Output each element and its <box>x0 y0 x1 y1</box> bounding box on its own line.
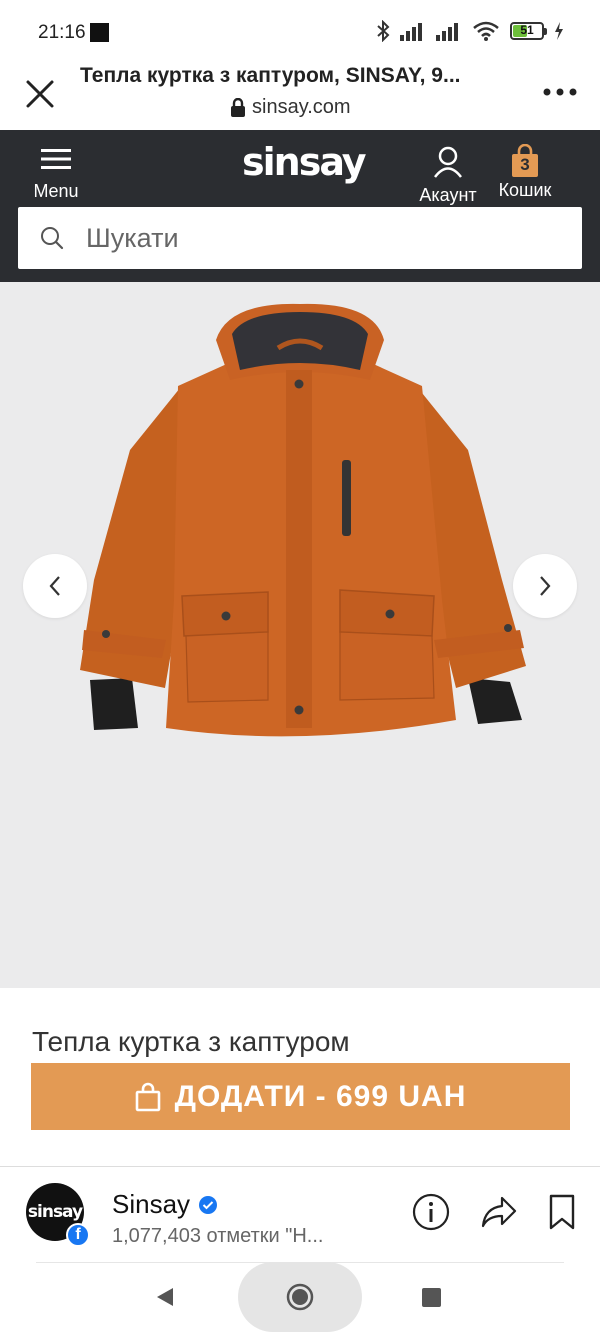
page-name-text: Sinsay <box>112 1189 191 1219</box>
page-title: Тепла куртка з каптуром, SINSAY, 9... <box>80 64 461 87</box>
cart-count: 3 <box>520 155 530 174</box>
search-icon <box>41 227 64 250</box>
info-icon[interactable] <box>412 1193 450 1231</box>
chevron-right-icon <box>540 576 551 596</box>
next-image-button[interactable] <box>513 554 577 618</box>
bag-icon <box>135 1082 160 1111</box>
page-likes: 1,077,403 отметки "Н... <box>112 1225 324 1247</box>
previous-image-button[interactable] <box>23 554 87 618</box>
battery-percent: 51 <box>520 23 534 37</box>
signal-icon <box>400 23 422 41</box>
bluetooth-icon <box>377 20 390 42</box>
home-button[interactable] <box>238 1262 362 1332</box>
search-box[interactable] <box>18 207 582 269</box>
menu-button[interactable]: Menu <box>28 148 84 202</box>
home-icon <box>286 1283 314 1311</box>
status-time: 21:16 <box>38 22 86 43</box>
verified-icon <box>199 1195 218 1214</box>
close-button[interactable] <box>22 76 58 112</box>
account-label: Акаунт <box>419 185 477 205</box>
bag-icon: 3 <box>510 143 540 178</box>
search-input[interactable] <box>86 222 566 254</box>
url-text: sinsay.com <box>252 96 351 118</box>
more-icon <box>543 88 577 96</box>
close-icon <box>26 80 54 108</box>
sinsay-logo[interactable]: sinsay <box>242 140 367 184</box>
user-icon <box>434 146 462 178</box>
battery-icon: 51 <box>510 22 547 40</box>
product-name: Тепла куртка з каптуром <box>32 1026 350 1057</box>
charging-icon <box>555 22 563 40</box>
bookmark-icon[interactable] <box>548 1193 576 1231</box>
back-icon[interactable] <box>155 1286 175 1308</box>
product-gallery[interactable] <box>0 282 600 988</box>
facebook-icon: f <box>66 1223 90 1247</box>
more-options-button[interactable] <box>542 82 578 102</box>
avatar-text: sinsay <box>27 1202 83 1222</box>
cart-label: Кошик <box>498 180 552 200</box>
status-bar: 21:16 51 <box>0 0 600 60</box>
page-name[interactable]: Sinsay <box>112 1189 218 1220</box>
signal-icon-2 <box>436 23 458 41</box>
browser-toolbar: Тепла куртка з каптуром, SINSAY, 9... si… <box>0 60 600 130</box>
lock-icon <box>231 97 245 117</box>
system-nav-bar <box>0 1262 600 1332</box>
chevron-left-icon <box>49 576 60 596</box>
site-header: Menu sinsay Акаунт 3 Кошик <box>0 130 600 282</box>
facebook-page-bar: sinsay f Sinsay 1,077,403 отметки "Н... <box>0 1166 600 1262</box>
add-to-cart-button[interactable]: ДОДАТИ - 699 UAH <box>31 1063 570 1130</box>
status-icons: 51 <box>376 20 564 42</box>
account-button[interactable]: Акаунт <box>412 146 484 206</box>
product-image <box>80 303 526 737</box>
recent-apps-icon[interactable] <box>422 1288 441 1307</box>
share-icon[interactable] <box>480 1194 518 1230</box>
page-actions <box>412 1193 576 1231</box>
wifi-icon <box>473 21 499 41</box>
hamburger-icon <box>41 149 71 169</box>
product-info: Тепла куртка з каптуром ДОДАТИ - 699 UAH <box>0 988 600 1168</box>
add-to-cart-label: ДОДАТИ - 699 UAH <box>174 1079 467 1113</box>
menu-label: Menu <box>33 181 79 201</box>
notification-icon <box>90 23 109 42</box>
page-url[interactable]: sinsay.com <box>230 96 351 119</box>
cart-button[interactable]: 3 Кошик <box>490 143 560 201</box>
